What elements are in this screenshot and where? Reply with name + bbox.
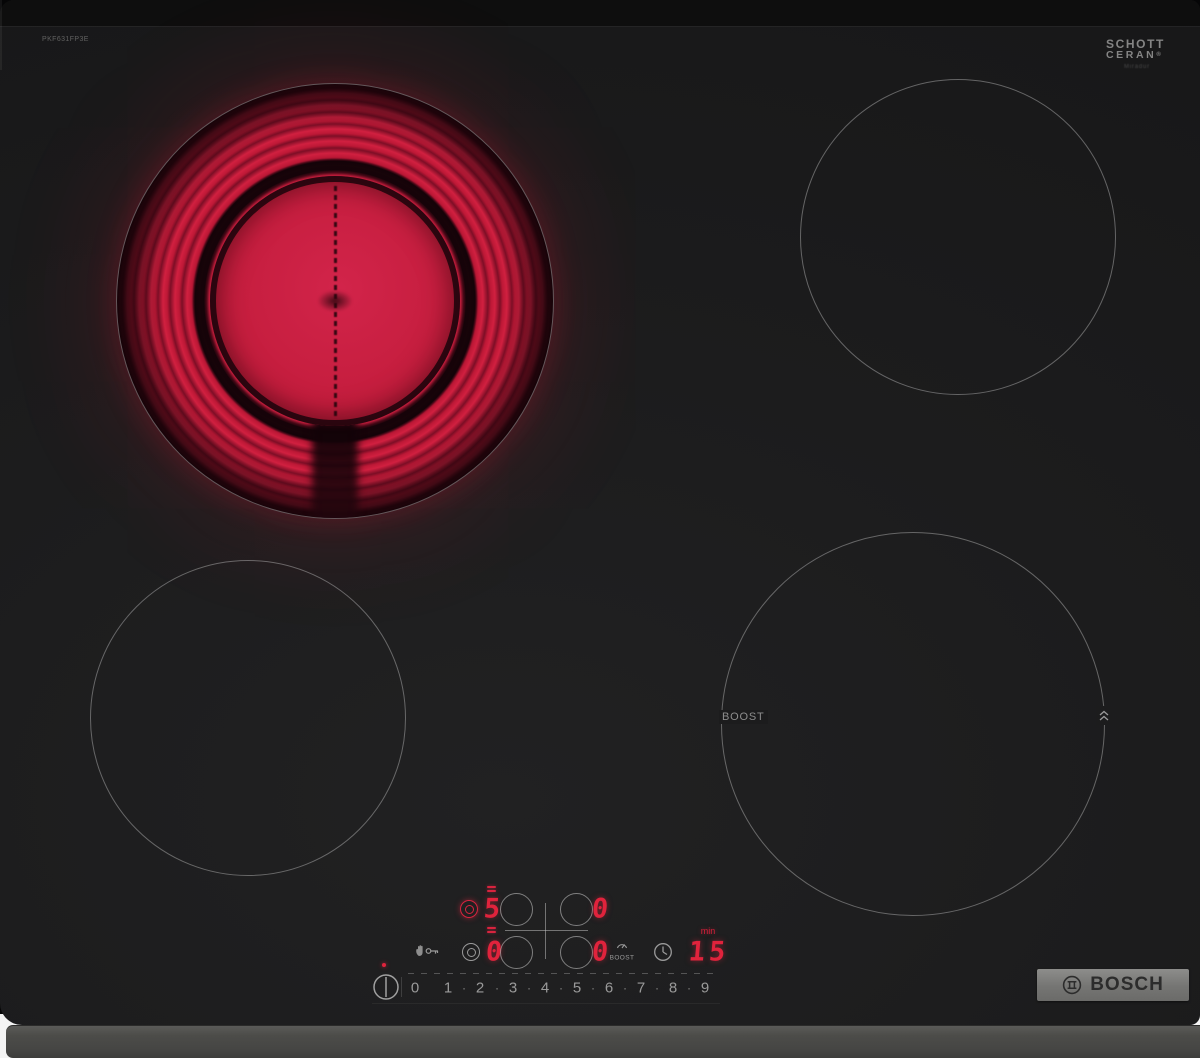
timer-clock-key[interactable]: [653, 942, 673, 962]
slider-dot: ·: [687, 981, 691, 996]
power-level-key-9[interactable]: 9: [701, 980, 709, 997]
registered-mark: ®: [1156, 52, 1160, 58]
model-number: PKF631FP3E: [42, 36, 89, 43]
zone-select-key-front-right[interactable]: [560, 936, 593, 969]
slider-dot: ·: [495, 981, 499, 996]
timer-display: 15: [688, 939, 731, 966]
rear-edge-band: [0, 0, 1200, 26]
dual-zone-indicator-top: [487, 886, 496, 888]
power-level-key-3[interactable]: 3: [509, 980, 517, 997]
dual-circuit-key-active[interactable]: [460, 900, 478, 918]
slider-dot: ·: [623, 981, 627, 996]
ceran-word: CERAN: [1106, 49, 1156, 61]
bosch-emblem-icon: [1062, 975, 1082, 995]
slider-dot: ·: [462, 981, 466, 996]
front-metal-trim: [6, 1025, 1200, 1058]
slider-tick-marks: [408, 973, 718, 974]
display-rear-left-level: 5: [483, 896, 502, 923]
zone-map-divider-horizontal: [505, 930, 588, 931]
burner-rear-right: [800, 79, 1116, 395]
boost-key-label[interactable]: BOOST: [610, 955, 635, 962]
power-level-key-2[interactable]: 2: [476, 980, 484, 997]
display-front-right-level: 0: [591, 939, 610, 966]
left-edge-sheen: [0, 0, 2, 70]
slider-dot: ·: [655, 981, 659, 996]
status-led: [382, 963, 386, 967]
power-level-key-1[interactable]: 1: [444, 980, 452, 997]
slider-dot: ·: [527, 981, 531, 996]
power-level-key-4[interactable]: 4: [541, 980, 549, 997]
power-level-key-8[interactable]: 8: [669, 980, 677, 997]
burner-front-right-boost: [721, 532, 1105, 916]
bosch-badge: BOSCH: [1037, 969, 1189, 1001]
dual-zone-indicator-top2: [487, 890, 496, 892]
power-level-key-0[interactable]: 0: [411, 980, 419, 997]
zone-select-key-rear-left[interactable]: [500, 893, 533, 926]
power-level-key-7[interactable]: 7: [637, 980, 645, 997]
clean-lock-key-icon[interactable]: [414, 943, 440, 959]
burner-rear-left-active: [116, 83, 554, 519]
cooktop-photo: PKF631FP3E SCHOTT CERAN® Miradur BOOST 5…: [0, 0, 1200, 1058]
heater-inner-disc: [210, 176, 460, 426]
panel-bottom-edge: [372, 1003, 720, 1004]
heater-element-tail: [312, 418, 358, 519]
boost-zone-label: BOOST: [719, 710, 768, 724]
slider-dot: ·: [591, 981, 595, 996]
slider-dot: ·: [559, 981, 563, 996]
zone-map-divider-vertical: [545, 903, 546, 959]
double-chevron-icon: [1096, 706, 1112, 725]
schott-ceran-line2: CERAN®: [1106, 50, 1176, 61]
ceran-fine-print: Miradur: [1124, 64, 1176, 70]
boost-key-icon[interactable]: [616, 941, 628, 949]
dual-zone-indicator-bottom: [487, 927, 496, 929]
dual-zone-indicator-bottom2: [487, 931, 496, 933]
rear-edge-highlight: [0, 26, 1200, 27]
bosch-logo-text: BOSCH: [1090, 974, 1164, 996]
dual-circuit-key-front[interactable]: [462, 943, 480, 961]
schott-ceran-logo: SCHOTT CERAN® Miradur: [1106, 38, 1176, 70]
timer-unit-label: min: [701, 926, 716, 936]
display-rear-right-level: 0: [591, 896, 610, 923]
power-key[interactable]: [371, 972, 401, 1002]
zone-select-key-front-left[interactable]: [500, 936, 533, 969]
power-level-key-6[interactable]: 6: [605, 980, 613, 997]
power-level-key-5[interactable]: 5: [573, 980, 581, 997]
zone-select-key-rear-right[interactable]: [560, 893, 593, 926]
slider-separator: [401, 977, 402, 997]
burner-front-left: [90, 560, 406, 876]
